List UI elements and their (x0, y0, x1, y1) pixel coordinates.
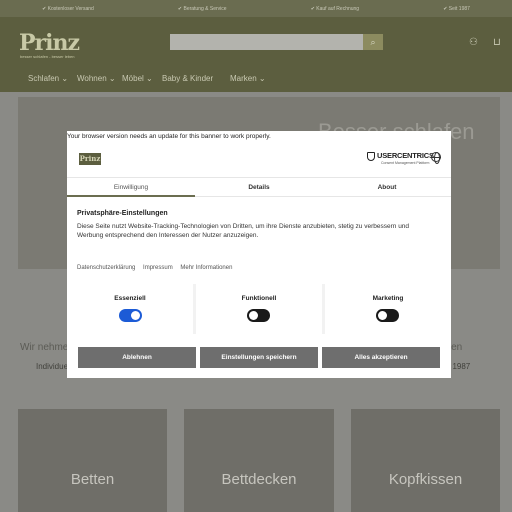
deny-button[interactable]: Ablehnen (78, 347, 196, 368)
tile-label: Bettdecken (221, 471, 297, 488)
accept-all-button[interactable]: Alles akzeptieren (322, 347, 440, 368)
category-funktionell: Funktionell (196, 284, 322, 334)
site-header: Prinz besser schlafen - besser leben ⌕ ⚇… (0, 17, 512, 67)
main-nav: Schlafen ⌄ Wohnen ⌄ Möbel ⌄ Baby & Kinde… (0, 67, 512, 92)
save-settings-button[interactable]: Einstellungen speichern (200, 347, 318, 368)
consent-categories: Essenziell Funktionell Marketing (67, 284, 451, 334)
search-input[interactable] (170, 34, 363, 50)
category-tile-kopfkissen[interactable]: Kopfkissen (351, 409, 500, 512)
tile-label: Kopfkissen (388, 471, 463, 488)
tile-label: Betten (70, 471, 115, 488)
nav-item-moebel[interactable]: Möbel ⌄ (122, 74, 153, 83)
category-label: Essenziell (114, 295, 146, 302)
more-info-link[interactable]: Mehr Informationen (180, 265, 232, 271)
dialog-logo: Prinz (79, 153, 101, 165)
toggle-funktionell[interactable] (247, 309, 270, 322)
consent-links: Datenschutzerklärung Impressum Mehr Info… (77, 265, 238, 271)
section-text: Diese Seite nutzt Website-Tracking-Techn… (77, 223, 410, 239)
shield-icon (367, 152, 375, 161)
bag-icon[interactable]: ⊔ (493, 37, 501, 48)
brand-sub: Consent Management Platform (381, 161, 430, 165)
consent-tabs: Einwilligung Details About (67, 177, 451, 197)
imprint-link[interactable]: Impressum (143, 265, 173, 271)
privacy-policy-link[interactable]: Datenschutzerklärung (77, 265, 135, 271)
toggle-essenziell[interactable] (119, 309, 142, 322)
intro-text-end: t 1987 (448, 362, 471, 371)
intro-text: Individuel (36, 362, 70, 371)
site-logo[interactable]: Prinz (19, 32, 80, 54)
search-icon: ⌕ (370, 37, 376, 47)
nav-item-marken[interactable]: Marken ⌄ (230, 74, 266, 83)
top-info-item: ✔ Kauf auf Rechnung (310, 5, 360, 12)
globe-icon[interactable] (431, 152, 441, 164)
search-button[interactable]: ⌕ (363, 34, 383, 50)
brand-name: USERCENTRICS (377, 151, 434, 160)
logo-tagline: besser schlafen - besser leben (20, 54, 75, 59)
category-marketing: Marketing (325, 284, 451, 334)
tab-about[interactable]: About (323, 178, 451, 197)
browser-warning: Your browser version needs an update for… (67, 133, 271, 140)
category-tile-bettdecken[interactable]: Bettdecken (184, 409, 334, 512)
top-info-item: ✔ Beratung & Service (177, 5, 227, 12)
category-label: Marketing (372, 295, 404, 302)
consent-dialog: Your browser version needs an update for… (67, 131, 451, 378)
category-tile-betten[interactable]: Betten (18, 409, 167, 512)
nav-item-wohnen[interactable]: Wohnen ⌄ (77, 74, 116, 83)
top-info-item: ✔ Seit 1987 (443, 5, 470, 12)
nav-item-baby-kinder[interactable]: Baby & Kinder (162, 74, 213, 83)
tab-details[interactable]: Details (195, 178, 323, 197)
section-title: Privatsphäre-Einstellungen (77, 210, 168, 217)
top-info-item: ✔ Kostenloser Versand (42, 5, 94, 12)
nav-item-schlafen[interactable]: Schlafen ⌄ (28, 74, 68, 83)
category-essenziell: Essenziell (67, 284, 193, 334)
tab-einwilligung[interactable]: Einwilligung (67, 178, 195, 197)
toggle-marketing[interactable] (376, 309, 399, 322)
category-label: Funktionell (241, 295, 277, 302)
user-icon[interactable]: ⚇ (469, 37, 478, 48)
top-info-bar: ✔ Kostenloser Versand ✔ Beratung & Servi… (0, 0, 512, 17)
intro-heading: Wir nehmen (20, 342, 74, 353)
